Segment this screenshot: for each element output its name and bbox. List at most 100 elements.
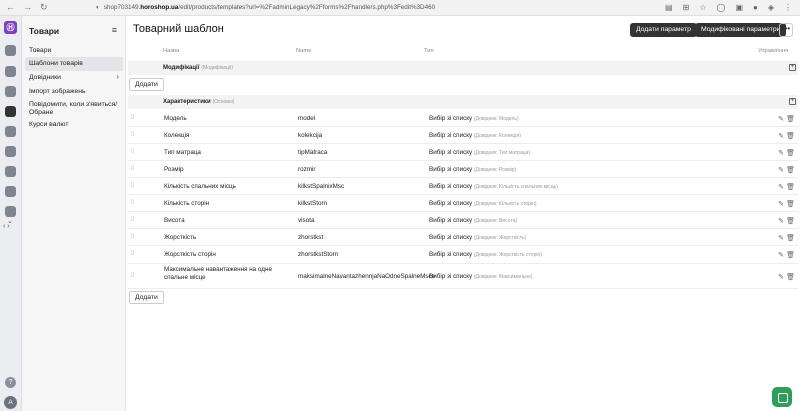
column-header-actions: Управління <box>758 48 789 54</box>
logo-icon[interactable]: Ⓗ <box>4 21 17 34</box>
trash-icon[interactable]: 🗑 <box>786 132 795 140</box>
param-type: Вибір зі списку (Довідник: Жорсткість) <box>429 234 526 241</box>
param-dictionary: (Довідник: Жорсткість) <box>473 235 527 241</box>
pencil-icon[interactable]: ✎ <box>778 251 784 259</box>
sidebar-item-notify[interactable]: Повідомити, коли з'явиться/ Обране <box>25 98 123 120</box>
trash-icon[interactable]: 🗑 <box>786 115 795 123</box>
trash-icon[interactable]: 🗑 <box>786 273 795 281</box>
pencil-icon[interactable]: ✎ <box>778 234 784 242</box>
param-code: zhorstkst <box>298 234 324 241</box>
sidebar-item-directories[interactable]: Довідники › <box>25 71 123 85</box>
reload-icon[interactable]: ↻ <box>40 2 48 13</box>
discount-icon[interactable] <box>5 146 16 157</box>
add-parameter-button[interactable]: Додати параметр <box>630 23 697 37</box>
extensions-icon[interactable]: ◈ <box>768 3 774 12</box>
avatar[interactable]: A <box>4 396 17 409</box>
add-modification-button[interactable]: Додати <box>129 78 164 91</box>
param-type-text: Вибір зі списку <box>429 234 473 241</box>
plus-square-icon[interactable]: + <box>789 64 796 71</box>
reader-icon[interactable]: ▤ <box>665 3 673 12</box>
drag-handle-icon[interactable]: ⁞⁞ <box>131 273 134 279</box>
pencil-icon[interactable]: ✎ <box>778 166 784 174</box>
stats-icon[interactable] <box>5 186 16 197</box>
url-host: horoshop.ua <box>140 4 179 11</box>
param-name: Жорсткість сторін <box>164 251 216 258</box>
extension-icon[interactable]: ▣ <box>735 3 743 12</box>
trash-icon[interactable]: 🗑 <box>786 217 795 225</box>
trash-icon[interactable]: 🗑 <box>786 234 795 242</box>
chat-icon[interactable] <box>772 387 792 407</box>
profile-icon[interactable]: ◯ <box>716 3 725 12</box>
drag-handle-icon[interactable]: ⁞⁞ <box>131 251 134 257</box>
param-dictionary: (Довідник: Жорсткість сторін) <box>473 252 542 258</box>
drag-handle-icon[interactable]: ⁞⁞ <box>131 234 134 240</box>
pencil-icon[interactable]: ✎ <box>778 149 784 157</box>
drag-handle-icon[interactable]: ⁞⁞ <box>131 115 134 121</box>
trash-icon[interactable]: 🗑 <box>786 149 795 157</box>
plus-square-icon[interactable]: + <box>789 98 796 105</box>
param-code: maksimalneNavantazhennjaNaOdneSpalneMsce <box>298 273 436 280</box>
site-info-icon[interactable]: ◐ <box>96 4 100 11</box>
chevron-right-icon: › <box>116 72 119 81</box>
param-code: kilkstSpalnixMsc <box>298 183 345 190</box>
param-code: model <box>298 115 316 122</box>
modified-parameters-button[interactable]: Модифіковані параметри <box>695 23 787 37</box>
param-dictionary: (Довідник: Максимальне) <box>473 274 533 280</box>
drag-handle-icon[interactable]: ⁞⁞ <box>131 217 134 223</box>
column-header-code: Name <box>296 48 312 54</box>
pencil-icon[interactable]: ✎ <box>778 115 784 123</box>
translate-icon[interactable]: ⊞ <box>683 3 690 12</box>
table-row: ⁞⁞ Кількість сторін kilkstStorn Вибір зі сп… <box>128 195 798 212</box>
trash-icon[interactable]: 🗑 <box>786 166 795 174</box>
param-dictionary: (Довідник: Кількість сторін) <box>473 201 537 207</box>
megaphone-icon[interactable] <box>5 166 16 177</box>
trash-icon[interactable]: 🗑 <box>786 183 795 191</box>
drag-handle-icon[interactable]: ⁞⁞ <box>131 149 134 155</box>
trash-icon[interactable]: 🗑 <box>786 251 795 259</box>
back-icon[interactable]: ← <box>6 2 15 13</box>
help-icon[interactable]: ? <box>5 377 16 388</box>
record-icon[interactable]: ● <box>753 3 758 12</box>
column-header-name: Назва <box>163 48 180 54</box>
param-name: Тип матраца <box>164 149 201 156</box>
pencil-icon[interactable]: ✎ <box>778 183 784 191</box>
home-icon[interactable] <box>5 45 16 56</box>
sidebar-item-image-import[interactable]: Імпорт зображень <box>25 85 123 99</box>
settings-icon[interactable] <box>5 206 16 217</box>
cart-icon[interactable] <box>5 66 16 77</box>
sidebar-item-product-templates[interactable]: Шаблони товарів <box>25 57 123 71</box>
products-tag-icon[interactable] <box>5 106 16 117</box>
pencil-icon[interactable]: ✎ <box>778 132 784 140</box>
drag-handle-icon[interactable]: ⁞⁞ <box>131 200 134 206</box>
param-dictionary: (Довідник: Розмір) <box>473 167 517 173</box>
trash-icon[interactable]: 🗑 <box>786 200 795 208</box>
param-type: Вибір зі списку (Довідник: Тип матраца) <box>429 149 530 156</box>
pencil-icon[interactable]: ✎ <box>778 217 784 225</box>
forward-icon[interactable]: → <box>23 2 32 13</box>
drag-handle-icon[interactable]: ⁞⁞ <box>131 183 134 189</box>
param-dictionary: (Довідник: Висота) <box>473 218 518 224</box>
sidebar-item-products[interactable]: Товари <box>25 44 123 58</box>
collapse-arrows-icon[interactable]: ‹ › <box>3 223 10 230</box>
param-name: Жорсткість <box>164 234 197 241</box>
menu-toggle-icon[interactable]: ≡ <box>112 25 117 35</box>
address-bar[interactable]: ◐ shop703149.horoshop.ua/edit/products/t… <box>96 4 435 11</box>
pencil-icon[interactable]: ✎ <box>778 200 784 208</box>
table-row: ⁞⁞ Жорсткість zhorstkst Вибір зі списку (До… <box>128 229 798 246</box>
menu-icon[interactable]: ⋮ <box>784 3 792 12</box>
sidebar-item-currency-rates[interactable]: Курси валют <box>25 118 123 132</box>
pencil-icon[interactable]: ✎ <box>778 273 784 281</box>
add-characteristic-button[interactable]: Додати <box>129 291 164 304</box>
pages-icon[interactable] <box>5 126 16 137</box>
products-sidebar: Товари ≡ Товари Шаблони товарів Довідник… <box>22 16 126 411</box>
more-icon[interactable]: ••• <box>779 23 793 37</box>
drag-handle-icon[interactable]: ⁞⁞ <box>131 166 134 172</box>
bookmark-icon[interactable]: ☆ <box>699 3 706 12</box>
param-type: Вибір зі списку (Довідник: Жорсткість ст… <box>429 251 542 258</box>
param-type-text: Вибір зі списку <box>429 273 473 280</box>
table-row: ⁞⁞ Тип матраца tipMatraca Вибір зі списку (… <box>128 144 798 161</box>
table-row: ⁞⁞ Жорсткість сторін zhorstkstStorn Вибір з… <box>128 246 798 264</box>
drag-handle-icon[interactable]: ⁞⁞ <box>131 132 134 138</box>
table-row: ⁞⁞ Розмір rozmir Вибір зі списку (Довідник:… <box>128 161 798 178</box>
customers-icon[interactable] <box>5 86 16 97</box>
